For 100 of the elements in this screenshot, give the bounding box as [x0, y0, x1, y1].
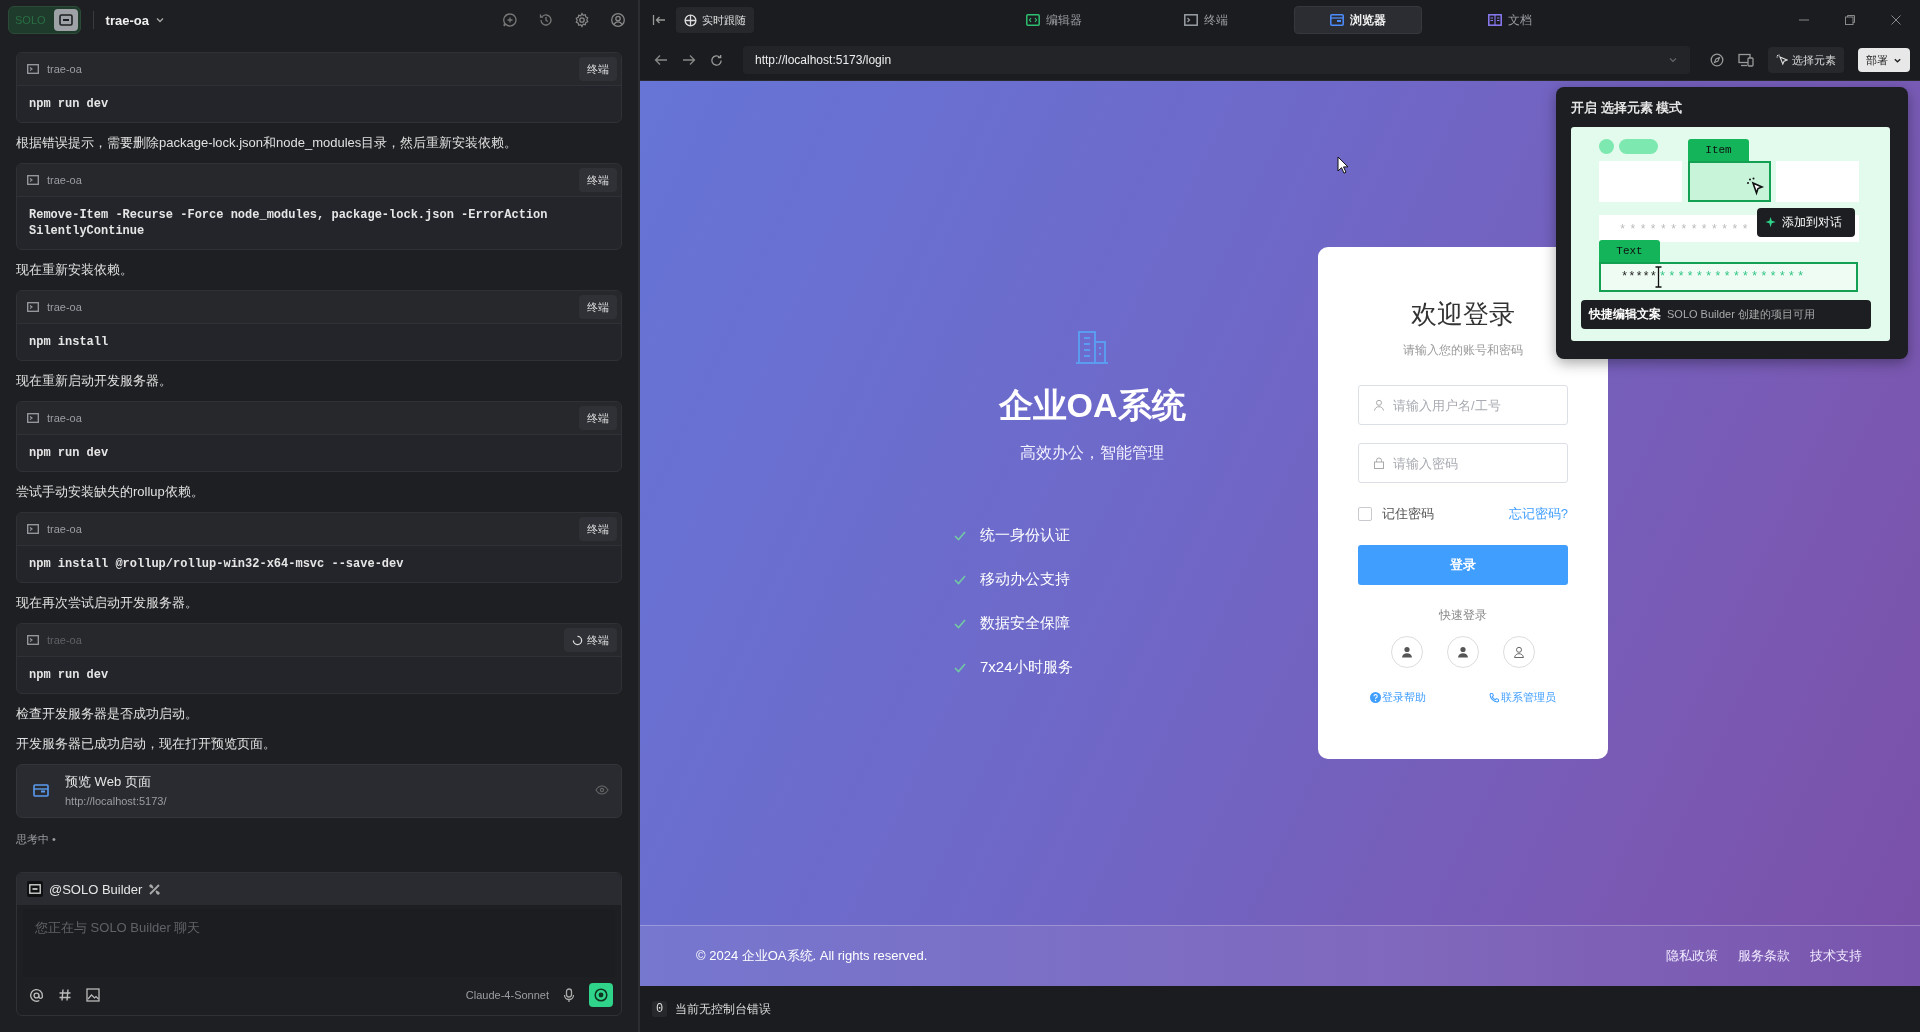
deploy-button[interactable]: 部署	[1858, 48, 1910, 72]
image-icon[interactable]	[86, 988, 100, 1002]
check-icon	[954, 662, 966, 673]
view-tab[interactable]: 浏览器	[1294, 6, 1422, 34]
chevron-down-icon	[154, 15, 165, 25]
mock-pill	[1619, 139, 1658, 154]
workspace-label: trae-oa	[47, 63, 82, 75]
quick-login-button[interactable]	[1391, 636, 1423, 668]
mention-icon[interactable]	[29, 987, 44, 1003]
system-title: 企业OA系统	[998, 385, 1186, 426]
login-subtitle: 请输入您的账号和密码	[1402, 342, 1524, 359]
typed-text: *****	[1621, 270, 1657, 284]
terminal-button[interactable]: 终端	[579, 57, 617, 81]
preview-url: http://localhost:5173/	[65, 795, 167, 807]
spinner-icon	[572, 634, 583, 646]
check-icon	[954, 574, 966, 585]
collapse-panel-icon[interactable]	[652, 14, 666, 26]
microphone-icon[interactable]	[563, 987, 575, 1003]
terminal-icon	[27, 413, 39, 423]
hashtag-icon[interactable]	[58, 988, 72, 1002]
tooltip-note: SOLO Builder 创建的项目可用	[1667, 307, 1815, 322]
settings-icon[interactable]	[574, 12, 590, 28]
footer-link[interactable]: 技术支持	[1810, 947, 1862, 965]
remember-checkbox[interactable]	[1358, 507, 1372, 521]
view-tab[interactable]: 终端	[1142, 6, 1270, 34]
footer-link[interactable]: 服务条款	[1738, 947, 1790, 965]
user-icon	[1513, 646, 1525, 658]
assistant-message: 开发服务器已成功启动，现在打开预览页面。	[16, 735, 277, 753]
live-follow-button[interactable]: 实时跟随	[676, 7, 754, 33]
view-tab[interactable]: 文档	[1446, 6, 1574, 34]
command-text: npm install @rollup/rollup-win32-x64-msvc --save-dev	[28, 556, 405, 573]
assistant-message: 现在再次尝试启动开发服务器。	[16, 594, 199, 612]
popover-title: 开启 选择元素 模式	[1571, 99, 1684, 117]
footer-link[interactable]: 隐私政策	[1666, 947, 1718, 965]
password-field[interactable]: 请输入密码	[1358, 443, 1568, 483]
send-button[interactable]	[589, 983, 613, 1007]
check-icon	[954, 530, 966, 541]
assistant-message: 现在重新安装依赖。	[16, 261, 134, 279]
command-text: npm run dev	[28, 667, 110, 684]
project-selector[interactable]: trae-oa	[105, 12, 165, 28]
model-selector[interactable]: Claude-4-Sonnet	[465, 989, 549, 1001]
user-icon	[1457, 646, 1469, 658]
tooltip-title: 快捷编辑文案	[1589, 306, 1661, 323]
assistant-message: 根据错误提示，需要删除package-lock.json和node_modules目录，然后重新安装依赖。	[16, 134, 519, 152]
address-field[interactable]: http://localhost:5173/login	[743, 46, 1690, 74]
password-input[interactable]: 请输入密码	[1393, 455, 1523, 471]
chat-composer[interactable]: @SOLO Builder 您正在与 SOLO Builder 聊天 Claude-4-Sonnet	[16, 872, 622, 1016]
pending-text: ****************	[1659, 270, 1807, 284]
devices-icon[interactable]	[1738, 53, 1754, 67]
text-cursor-icon	[1655, 266, 1662, 288]
chat-bot-icon	[53, 9, 78, 31]
workspace-label: trae-oa	[47, 634, 82, 646]
terminal-icon	[27, 524, 39, 534]
quick-login-label: 快速登录	[1438, 607, 1488, 624]
new-chat-icon[interactable]	[502, 12, 518, 28]
terminal-button[interactable]: 终端	[579, 406, 617, 430]
pointer-cursor-icon	[1745, 177, 1765, 197]
close-icon[interactable]	[1890, 14, 1902, 26]
back-icon[interactable]	[654, 54, 668, 66]
item-tag: Item	[1688, 139, 1749, 161]
username-field[interactable]: 请输入用户名/工号	[1358, 385, 1568, 425]
feature-label: 统一身份认证	[980, 526, 1070, 545]
browser-window-icon	[1330, 14, 1344, 26]
eye-icon[interactable]	[595, 785, 609, 795]
tools-icon[interactable]	[148, 882, 162, 896]
account-icon[interactable]	[610, 12, 626, 28]
building-icon	[1075, 329, 1109, 365]
phone-icon	[1489, 692, 1500, 703]
user-icon	[1401, 646, 1413, 658]
history-icon[interactable]	[538, 12, 554, 28]
command-text: npm install	[28, 334, 110, 351]
terminal-icon	[27, 302, 39, 312]
terminal-button[interactable]: 终端	[579, 168, 617, 192]
terminal-icon	[27, 635, 39, 645]
terminal-button[interactable]: 终端	[579, 295, 617, 319]
workspace-label: trae-oa	[47, 523, 82, 535]
select-element-button[interactable]: 选择元素	[1768, 47, 1844, 73]
pointer-cursor-icon	[1776, 54, 1788, 66]
forward-icon[interactable]	[682, 54, 696, 66]
reload-icon[interactable]	[710, 53, 723, 67]
agent-name: @SOLO Builder	[49, 881, 143, 897]
lock-icon	[1373, 457, 1385, 469]
quick-login-button[interactable]	[1447, 636, 1479, 668]
command-text: Remove-Item -Recurse -Force node_modules, package-lock.json -ErrorAction SilentlyContinue	[28, 207, 549, 240]
command-text: npm run dev	[28, 445, 110, 462]
system-tagline: 高效办公，智能管理	[1020, 443, 1164, 463]
quick-login-button[interactable]	[1503, 636, 1535, 668]
restore-icon[interactable]	[1844, 14, 1856, 26]
command-text: npm run dev	[28, 96, 110, 113]
console-message: 当前无控制台错误	[675, 1000, 772, 1018]
view-tab[interactable]: 编辑器	[990, 6, 1118, 34]
terminal-button[interactable]: 终端	[579, 517, 617, 541]
feature-label: 7x24小时服务	[980, 658, 1073, 677]
compass-icon[interactable]	[1710, 53, 1724, 67]
copyright-text: © 2024 企业OA系统. All rights reserved.	[696, 947, 928, 965]
workspace-label: trae-oa	[47, 412, 82, 424]
username-input[interactable]: 请输入用户名/工号	[1393, 397, 1523, 413]
preview-card[interactable]: 预览 Web 页面 http://localhost:5173/	[16, 764, 622, 818]
terminal-button[interactable]: 终端	[564, 628, 617, 652]
feature-label: 数据安全保障	[980, 614, 1070, 633]
